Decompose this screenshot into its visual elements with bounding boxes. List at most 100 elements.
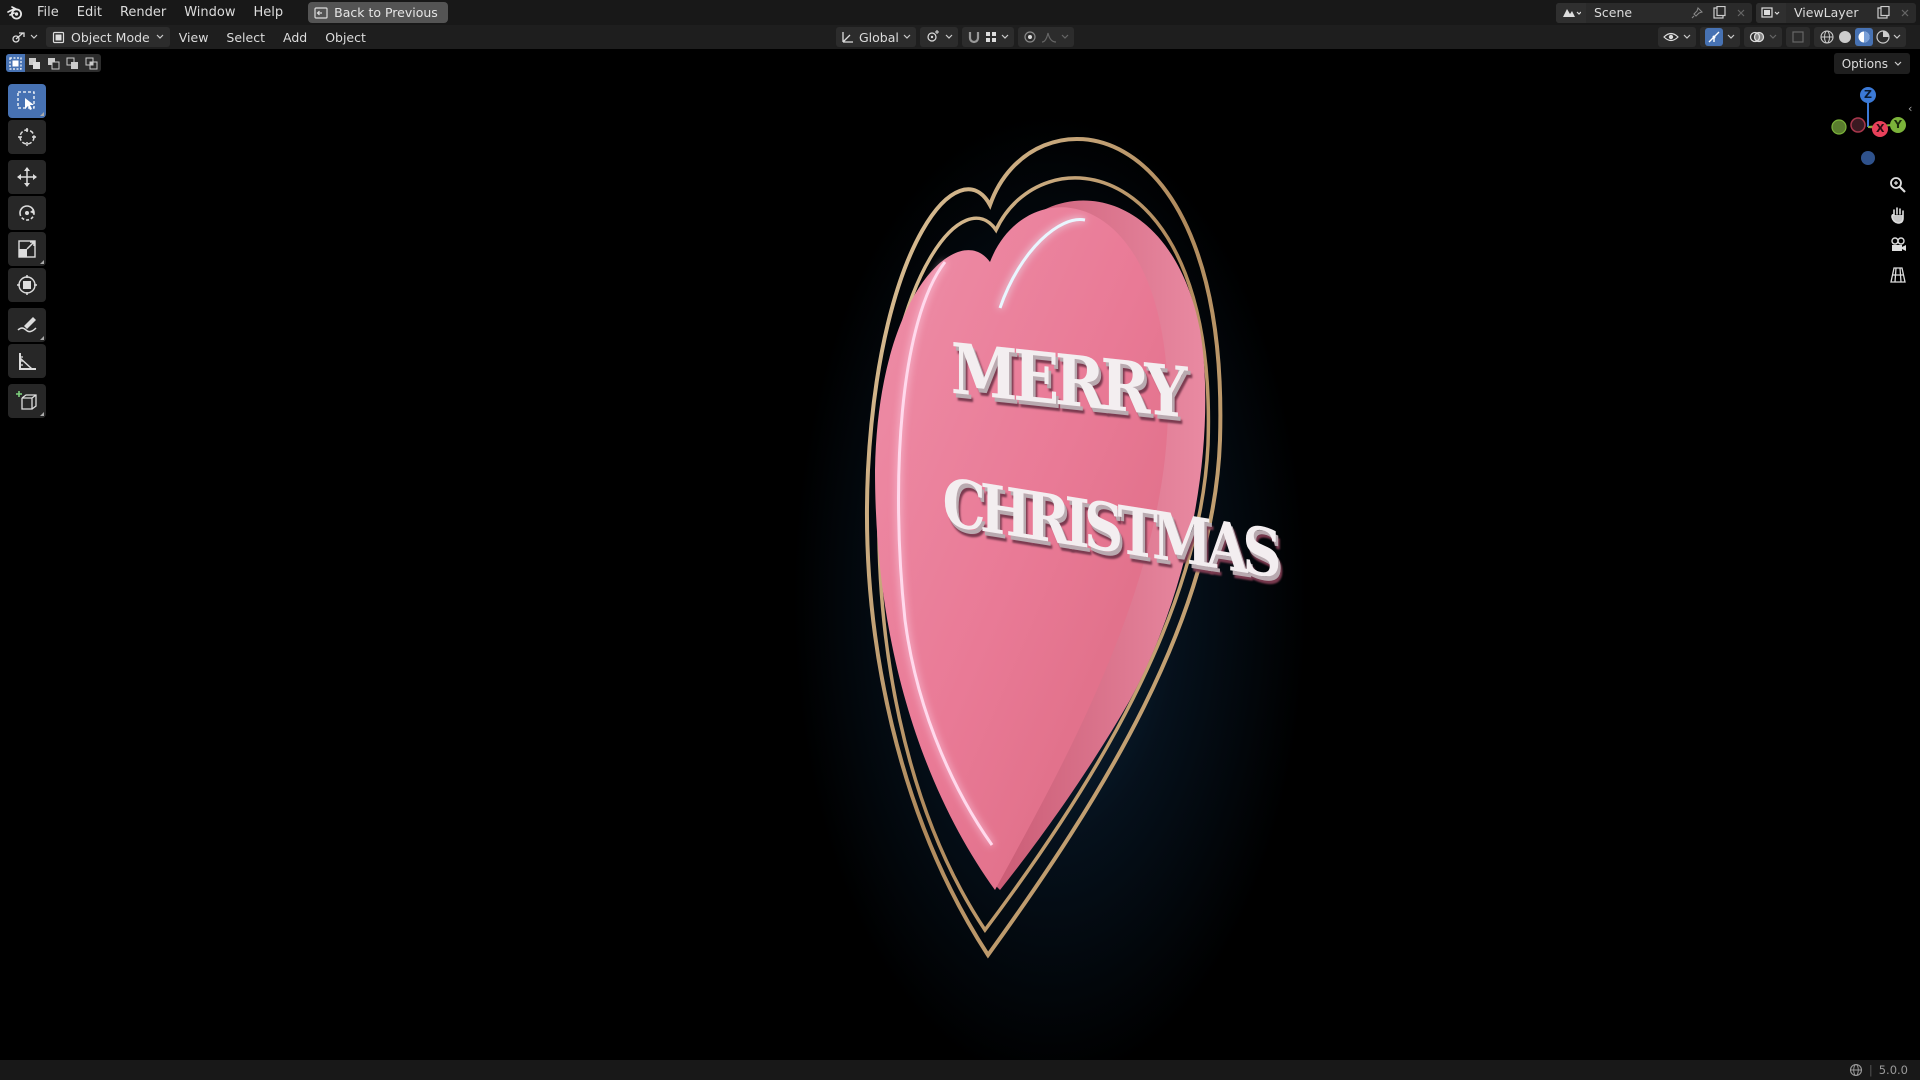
sidebar-toggle-chevron-icon[interactable]: ‹ [1908, 102, 1918, 116]
scale-tool[interactable] [8, 232, 46, 266]
scale-icon [18, 240, 36, 258]
snap-toggle[interactable] [961, 27, 1014, 47]
options-dropdown[interactable]: Options [1833, 53, 1910, 74]
gizmo-y-label: Y [1894, 118, 1902, 131]
scene-type-icon[interactable] [1556, 2, 1586, 23]
chevron-down-icon [1893, 34, 1901, 39]
blender-logo-icon[interactable] [2, 0, 28, 25]
rendered-shading-icon[interactable] [1875, 29, 1891, 45]
measure-tool[interactable] [8, 344, 46, 378]
blender-version: 5.0.0 [1878, 1063, 1908, 1077]
view-layer-name: ViewLayer [1794, 5, 1859, 20]
select-intersect-icon[interactable] [82, 54, 101, 72]
camera-view-tool[interactable] [1884, 230, 1912, 260]
rotate-icon [19, 205, 35, 221]
menu-file[interactable]: File [28, 0, 68, 25]
header-menu-view[interactable]: View [170, 30, 218, 45]
wireframe-shading-icon[interactable] [1819, 29, 1835, 45]
pan-hand-icon [1891, 207, 1904, 224]
zoom-magnifier-icon [1890, 177, 1906, 193]
select-new-icon[interactable] [6, 54, 25, 72]
gizmo-z-label: Z [1864, 88, 1872, 101]
options-label: Options [1841, 56, 1888, 71]
proportional-editing-toggle[interactable] [1017, 27, 1074, 47]
viewport-header: Object Mode View Select Add Object Globa… [0, 25, 1920, 49]
scene-name: Scene [1594, 5, 1633, 20]
transform-orientation-dropdown[interactable]: Global [836, 27, 916, 47]
select-box-tool[interactable] [8, 84, 46, 118]
header-menu-select[interactable]: Select [217, 30, 274, 45]
perspective-toggle-tool[interactable] [1884, 260, 1912, 290]
select-extend-icon[interactable] [25, 54, 44, 72]
header-menu-add[interactable]: Add [274, 30, 316, 45]
menu-window[interactable]: Window [175, 0, 244, 25]
transform-orientation-label: Global [859, 29, 899, 45]
3d-viewport[interactable]: MERRY CHRISTMAS [0, 49, 1920, 1080]
camera-icon [1891, 237, 1906, 251]
gizmo-neg-x-dot [1850, 117, 1866, 133]
new-scene-icon[interactable] [1708, 3, 1730, 23]
snap-magnet-icon [968, 32, 979, 44]
transform-settings-group: Global [836, 27, 1074, 47]
view-layer-selector[interactable]: ViewLayer [1756, 2, 1916, 23]
add-cube-tool[interactable] [8, 384, 46, 418]
gizmo-neg-z-dot [1861, 151, 1875, 165]
object-mode-icon [52, 31, 65, 43]
snap-grid-icon [985, 32, 996, 42]
delete-view-layer-icon[interactable] [1894, 3, 1916, 23]
delete-scene-icon[interactable] [1730, 3, 1752, 23]
pivot-point-dropdown[interactable] [919, 27, 958, 47]
menu-render[interactable]: Render [111, 0, 175, 25]
overlays-toggle[interactable] [1744, 27, 1782, 47]
pan-tool[interactable] [1884, 200, 1912, 230]
shading-mode-group[interactable] [1814, 27, 1906, 47]
status-bar: | 5.0.0 [0, 1060, 1920, 1080]
gizmo-x-label: X [1876, 122, 1885, 135]
move-tool[interactable] [8, 160, 46, 194]
select-box-icon [17, 91, 35, 110]
navigation-gizmo[interactable]: X Y Z [1830, 87, 1910, 167]
select-subtract-icon[interactable] [44, 54, 63, 72]
scene-selector[interactable]: Scene [1556, 2, 1752, 23]
transform-tool[interactable] [8, 268, 46, 302]
tool-variants-indicator [40, 112, 44, 116]
material-preview-shading-icon[interactable] [1855, 28, 1873, 46]
back-to-previous-label: Back to Previous [334, 5, 438, 20]
xray-toggle[interactable] [1786, 27, 1810, 47]
menu-help[interactable]: Help [245, 0, 293, 25]
editor-type-selector[interactable] [4, 26, 44, 48]
perspective-grid-icon [1890, 267, 1906, 283]
view-layer-icon[interactable] [1756, 2, 1786, 23]
chevron-down-icon [945, 34, 953, 39]
zoom-tool[interactable] [1884, 170, 1912, 200]
object-visibility-dropdown[interactable] [1658, 27, 1696, 47]
solid-shading-icon[interactable] [1837, 29, 1853, 45]
chevron-down-icon [1769, 34, 1777, 39]
status-separator: | [1868, 1063, 1873, 1077]
new-view-layer-icon[interactable] [1872, 3, 1894, 23]
chevron-down-icon [903, 34, 911, 39]
pin-icon[interactable] [1686, 3, 1708, 23]
pivot-point-icon [927, 30, 939, 42]
heart-model [865, 137, 1223, 959]
tool-shelf [8, 84, 48, 420]
proportional-editing-icon [1024, 31, 1036, 43]
select-invert-icon[interactable] [63, 54, 82, 72]
menu-edit[interactable]: Edit [68, 0, 111, 25]
chevron-down-icon [1894, 61, 1902, 66]
chevron-down-icon [1061, 34, 1069, 39]
gizmo-toggle[interactable] [1700, 27, 1740, 47]
gizmo-neg-y-dot [1831, 119, 1847, 135]
visibility-eye-icon [1663, 32, 1679, 42]
annotate-tool[interactable] [8, 308, 46, 342]
back-to-previous-button[interactable]: Back to Previous [308, 2, 448, 23]
selection-mode-group [6, 54, 101, 72]
top-menu-bar: File Edit Render Window Help Back to Pre… [0, 0, 1920, 25]
header-menu-object[interactable]: Object [316, 30, 375, 45]
falloff-curve-icon [1041, 32, 1056, 43]
annotate-pencil-icon [17, 317, 37, 333]
chevron-down-icon [1001, 34, 1009, 39]
rotate-tool[interactable] [8, 196, 46, 230]
cursor-tool[interactable] [8, 120, 46, 154]
object-mode-dropdown[interactable]: Object Mode [46, 27, 170, 47]
